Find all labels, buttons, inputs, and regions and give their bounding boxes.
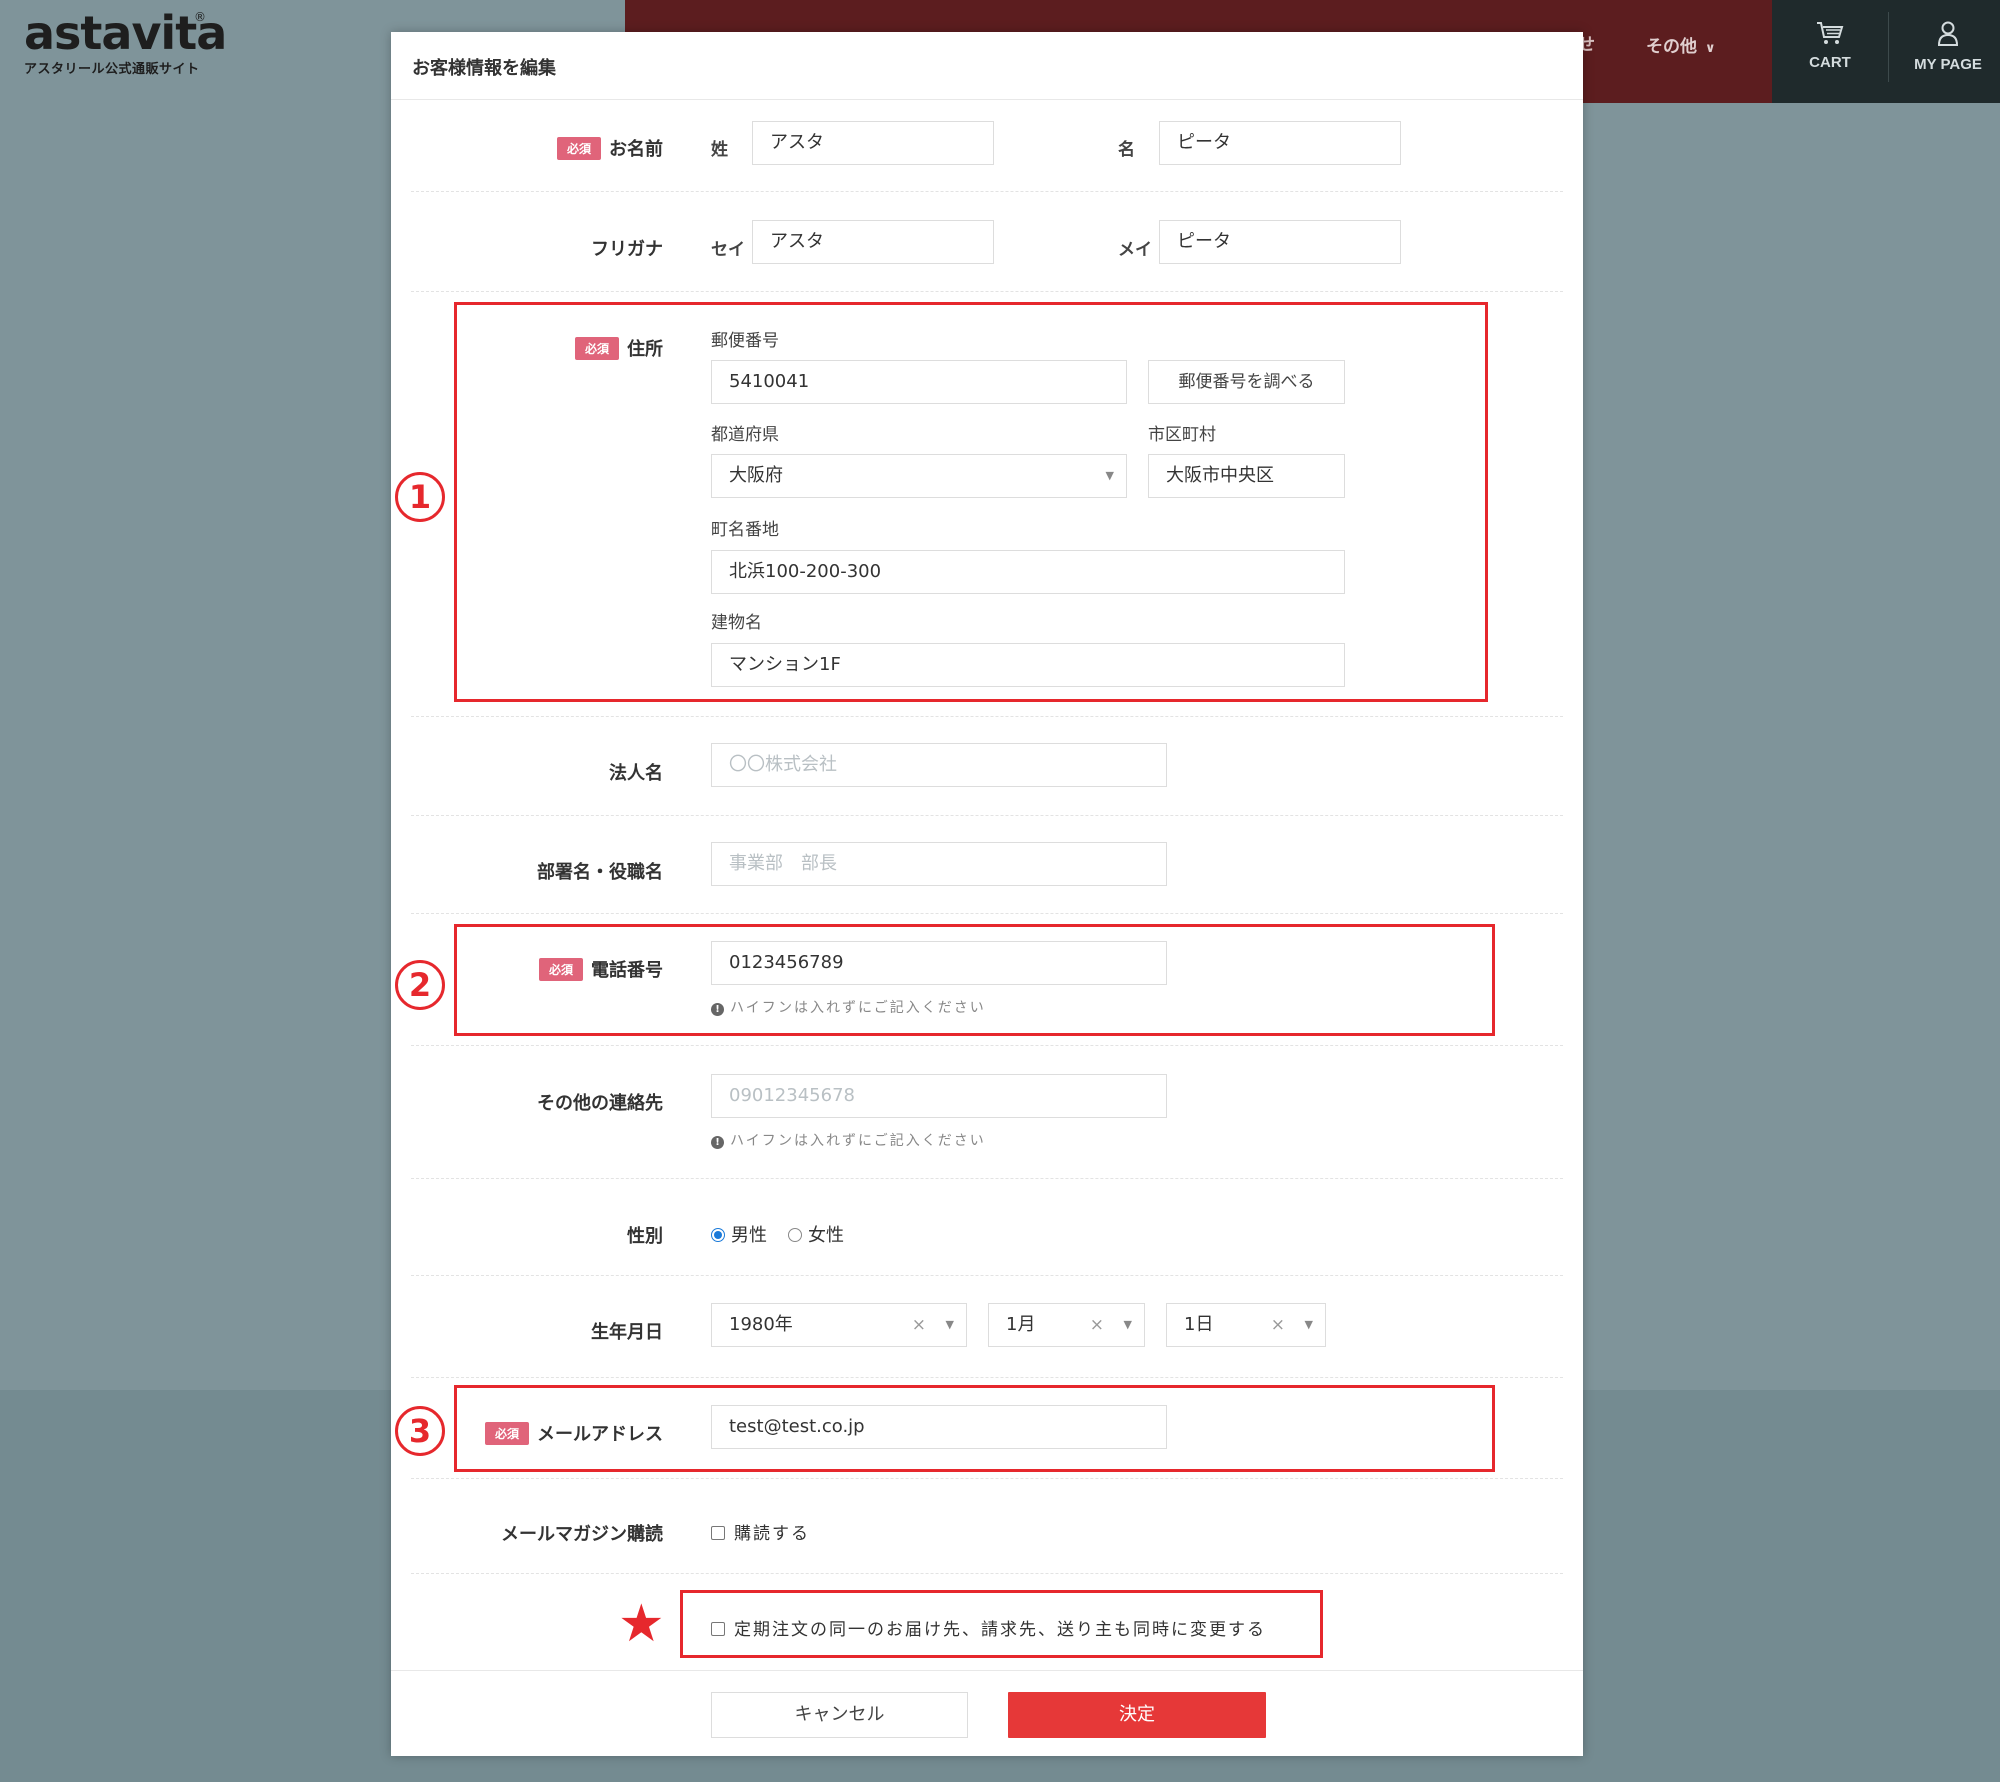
annotation-marker-3: 3 (395, 1406, 445, 1456)
annotation-box-email (454, 1385, 1495, 1472)
user-icon (1937, 21, 1959, 46)
department-input[interactable]: 事業部 部長 (711, 842, 1167, 886)
department-label: 部署名・役職名 (537, 862, 663, 883)
site-logo[interactable]: astavita ® アスタリール公式通販サイト (24, 8, 227, 77)
row-separator (411, 815, 1563, 816)
cart-icon (1817, 22, 1844, 44)
newsletter-checkbox[interactable]: 購読する (711, 1519, 810, 1544)
row-separator (411, 1478, 1563, 1479)
row-separator (411, 913, 1563, 914)
modal-footer-divider (391, 1670, 1583, 1671)
clear-icon[interactable]: × (1090, 1304, 1104, 1346)
edit-customer-modal: お客様情報を編集 必須 お名前 姓 アスタ 名 ピータ フリガナ セイ アスタ メ… (391, 32, 1583, 1756)
annotation-marker-1: 1 (395, 472, 445, 522)
logo-tagline: アスタリール公式通販サイト (24, 62, 200, 77)
registered-mark: ® (194, 10, 206, 24)
cart-button[interactable]: CART (1780, 20, 1880, 71)
row-separator (411, 1377, 1563, 1378)
other-contact-hint: ! ハイフンは入れずにご記入ください (711, 1130, 986, 1150)
clear-icon[interactable]: × (1271, 1304, 1285, 1346)
annotation-box-phone (454, 924, 1495, 1036)
furigana-last-input[interactable]: アスタ (752, 220, 994, 264)
last-name-input[interactable]: アスタ (752, 121, 994, 165)
submit-button[interactable]: 決定 (1008, 1692, 1266, 1738)
first-name-label: 名 (1118, 140, 1135, 160)
row-separator (411, 1573, 1563, 1574)
last-name-label: 姓 (711, 140, 728, 160)
mei-label: メイ (1118, 240, 1152, 260)
cancel-button[interactable]: キャンセル (711, 1692, 968, 1738)
annotation-marker-2: 2 (395, 960, 445, 1010)
newsletter-label: メールマガジン購読 (501, 1524, 663, 1545)
other-contact-input[interactable]: 09012345678 (711, 1074, 1167, 1118)
birth-month-select[interactable]: 1月 × ▼ (988, 1303, 1145, 1347)
birth-day-select[interactable]: 1日 × ▼ (1166, 1303, 1326, 1347)
other-contact-label: その他の連絡先 (537, 1093, 663, 1114)
radio-selected-icon (711, 1228, 725, 1242)
modal-header: お客様情報を編集 (391, 32, 1583, 100)
row-separator (411, 1275, 1563, 1276)
caret-down-icon: ▼ (1123, 1318, 1132, 1331)
annotation-box-address (454, 302, 1488, 702)
nav-item-other[interactable]: その他 ∨ (1646, 32, 1716, 57)
info-icon: ! (711, 1136, 724, 1149)
caret-down-icon: ▼ (1304, 1318, 1313, 1331)
mypage-label: MY PAGE (1914, 56, 1982, 73)
checkbox-icon (711, 1526, 725, 1540)
birthday-label: 生年月日 (591, 1322, 663, 1343)
required-badge: 必須 (556, 137, 601, 160)
nav-other-label: その他 (1646, 37, 1697, 57)
company-input[interactable]: 〇〇株式会社 (711, 743, 1167, 787)
first-name-input[interactable]: ピータ (1159, 121, 1401, 165)
mypage-button[interactable]: MY PAGE (1896, 20, 2000, 73)
modal-title: お客様情報を編集 (412, 58, 556, 79)
nav-divider (1888, 12, 1889, 82)
birth-year-select[interactable]: 1980年 × ▼ (711, 1303, 967, 1347)
row-separator (411, 291, 1563, 292)
chevron-down-icon: ∨ (1705, 41, 1716, 56)
clear-icon[interactable]: × (912, 1304, 926, 1346)
company-label: 法人名 (609, 763, 663, 784)
gender-label: 性別 (627, 1226, 663, 1247)
caret-down-icon: ▼ (945, 1318, 954, 1331)
furigana-label: フリガナ (591, 239, 663, 260)
row-separator (411, 716, 1563, 717)
radio-empty-icon (788, 1228, 802, 1242)
name-label: 必須 お名前 (556, 135, 663, 161)
cart-label: CART (1809, 54, 1851, 71)
row-separator (411, 1045, 1563, 1046)
row-separator (411, 191, 1563, 192)
annotation-box-sync (680, 1590, 1323, 1658)
gender-female-radio[interactable]: 女性 (788, 1221, 844, 1247)
gender-male-radio[interactable]: 男性 (711, 1221, 767, 1247)
star-icon: ★ (618, 1594, 665, 1654)
row-separator (411, 1178, 1563, 1179)
sei-label: セイ (711, 240, 745, 260)
furigana-first-input[interactable]: ピータ (1159, 220, 1401, 264)
